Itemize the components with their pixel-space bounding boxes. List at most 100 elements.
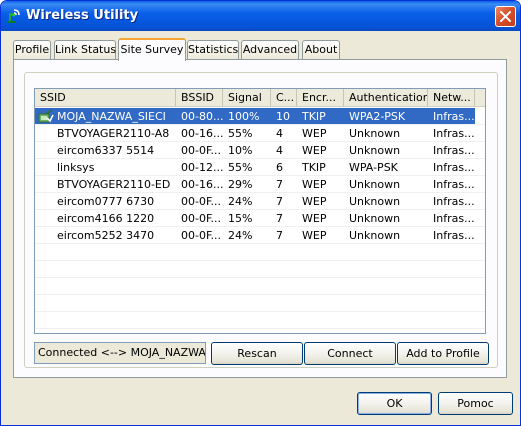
cell-bssid: 00-80... [176,108,223,125]
cell-signal: 10% [228,144,253,157]
cell-authentication: Unknown [349,212,401,225]
cell-encryption: WEP [302,212,327,225]
table-row[interactable]: eircom5252 3470 00-0F... 24% 7 WEP Unknown Inf… [35,227,485,244]
cell-ssid: eircom5252 3470 [57,229,155,242]
cell-channel: 4 [276,127,283,140]
cell-encryption: WEP [302,144,327,157]
cell-network: Infras... [433,229,475,242]
column-header-channel[interactable]: C... [271,89,297,106]
cell-network: Infras... [433,127,475,140]
connected-icon [38,109,54,123]
cell-network: Infras... [433,178,475,191]
close-button[interactable] [495,6,516,27]
cell-encryption: WEP [302,195,327,208]
column-header-ssid[interactable]: SSID [35,89,176,106]
grid-line [35,192,485,193]
table-row[interactable]: MOJA_NAZWA_SIECI 00-80... 100% 10 TKIP WPA2-P… [35,108,485,125]
cell-signal: 29% [228,178,253,191]
tab-about[interactable]: About [302,40,340,59]
cell-authentication: WPA2-PSK [344,108,428,125]
column-header-signal[interactable]: Signal [223,89,271,106]
column-header-encryption[interactable]: Encr... [297,89,344,106]
cell-channel: 6 [276,161,283,174]
connect-button[interactable]: Connect [304,342,396,365]
cell-authentication: Unknown [349,178,401,191]
table-row[interactable]: BTVOYAGER2110-ED 00-16... 29% 7 WEP Unknown In… [35,176,485,193]
network-list-header: SSID BSSID Signal C... Encr... Authentic… [35,89,485,107]
tab-link-status[interactable]: Link Status [54,40,116,59]
table-row[interactable]: BTVOYAGER2110-A8 00-16... 55% 4 WEP Unknown In… [35,125,485,142]
cell-signal: 55% [228,161,253,174]
cell-ssid: BTVOYAGER2110-A8 [57,127,170,140]
cell-bssid: 00-0F... [181,229,222,242]
cell-bssid: 00-12... [181,161,223,174]
cell-ssid: linksys [57,161,95,174]
add-to-profile-button[interactable]: Add to Profile [397,342,489,365]
cell-authentication: Unknown [349,229,401,242]
cell-authentication: Unknown [349,127,401,140]
cell-signal: 15% [228,212,253,225]
grid-line [35,209,485,210]
table-row[interactable]: eircom6337 5514 00-0F... 10% 4 WEP Unknown Inf… [35,142,485,159]
table-row[interactable]: linksys 00-12... 55% 6 TKIP WPA-PSK Infras... [35,159,485,176]
table-row[interactable]: eircom0777 6730 00-0F... 24% 7 WEP Unknown Inf… [35,193,485,210]
cell-channel: 4 [276,144,283,157]
cell-signal: 55% [228,127,253,140]
cell-network: Infras... [433,195,475,208]
rescan-button[interactable]: Rescan [211,342,303,365]
cell-encryption: TKIP [297,108,344,125]
cell-bssid: 00-16... [181,127,223,140]
cell-ssid: eircom0777 6730 [57,195,155,208]
cell-signal: 24% [228,229,253,242]
column-header-bssid[interactable]: BSSID [176,89,223,106]
network-list[interactable]: SSID BSSID Signal C... Encr... Authentic… [34,88,486,334]
help-button[interactable]: Pomoc [438,392,513,415]
cell-channel: 10 [271,108,297,125]
column-header-network[interactable]: Netw... [428,89,475,106]
wireless-utility-icon [8,9,20,23]
cell-authentication: Unknown [349,144,401,157]
cell-network: Infras... [433,144,475,157]
cell-encryption: WEP [302,229,327,242]
cell-bssid: 00-16... [181,178,223,191]
grid-line [35,124,485,125]
cell-encryption: WEP [302,178,327,191]
tab-advanced[interactable]: Advanced [241,40,299,59]
grid-line [35,311,485,312]
cell-channel: 7 [276,212,283,225]
tab-site-survey[interactable]: Site Survey [118,38,186,61]
grid-line [35,141,485,142]
grid-line [35,158,485,159]
close-icon [500,11,511,22]
column-header-authentication[interactable]: Authentication [344,89,428,106]
cell-channel: 7 [276,195,283,208]
grid-line [35,328,485,329]
ok-button[interactable]: OK [357,392,432,415]
grid-line [35,226,485,227]
cell-bssid: 00-0F... [181,195,222,208]
cell-encryption: WEP [302,127,327,140]
grid-line [35,260,485,261]
cell-ssid: eircom4166 1220 [57,212,155,225]
cell-network: Infras... [428,108,475,125]
cell-bssid: 00-0F... [181,144,222,157]
window-title: Wireless Utility [26,8,139,23]
cell-network: Infras... [433,161,475,174]
cell-bssid: 00-0F... [181,212,222,225]
cell-signal: 100% [223,108,271,125]
grid-line [35,277,485,278]
connection-status-field: Connected <--> MOJA_NAZWA_SI [34,342,206,364]
wireless-utility-window: Wireless Utility Profile Link Status Sit… [0,0,521,426]
cell-authentication: Unknown [349,195,401,208]
cell-authentication: WPA-PSK [349,161,398,174]
cell-encryption: TKIP [302,161,326,174]
cell-ssid: eircom6337 5514 [57,144,155,157]
grid-line [35,243,485,244]
cell-ssid: MOJA_NAZWA_SIECI [35,108,176,125]
cell-ssid: BTVOYAGER2110-ED [57,178,171,191]
title-bar[interactable]: Wireless Utility [1,1,520,31]
cell-channel: 7 [276,178,283,191]
table-row[interactable]: eircom4166 1220 00-0F... 15% 7 WEP Unknown Inf… [35,210,485,227]
tab-profile[interactable]: Profile [13,40,51,59]
tab-statistics[interactable]: Statistics [187,40,239,59]
